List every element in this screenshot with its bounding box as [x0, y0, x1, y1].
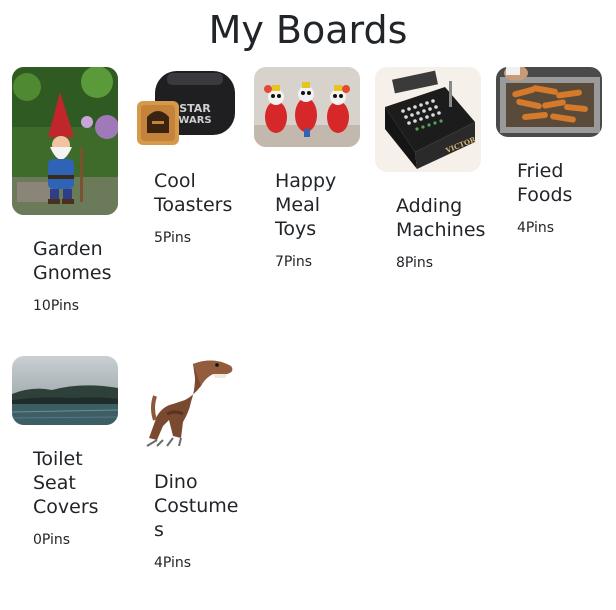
board-title[interactable]: Adding Machines — [396, 194, 486, 242]
board-pin-count: 7Pins — [275, 254, 313, 270]
fried-foods-image[interactable] — [496, 67, 602, 137]
svg-text:STAR: STAR — [179, 102, 211, 115]
adding-machine-image[interactable]: VICTOR — [375, 67, 481, 172]
board-pin-count: 8Pins — [396, 255, 434, 271]
board-title[interactable]: Dino Costumes — [154, 470, 244, 542]
board-card-fried-foods[interactable]: Fried Foods 4Pins — [496, 67, 604, 237]
board-pin-count: 5Pins — [154, 230, 192, 246]
board-pin-count: 4Pins — [154, 555, 192, 571]
board-pin-count: 4Pins — [517, 220, 555, 236]
happy-meal-toys-image[interactable] — [254, 67, 360, 147]
star-wars-toaster-image[interactable]: STAR WARS — [133, 67, 239, 147]
board-title[interactable]: Fried Foods — [517, 159, 607, 207]
board-pin-count: 10Pins — [33, 298, 80, 314]
board-card-dino-costumes[interactable]: Dino Costumes 4Pins — [133, 356, 241, 572]
board-title[interactable]: Toilet Seat Covers — [33, 447, 123, 519]
svg-text:WARS: WARS — [178, 115, 211, 126]
board-title[interactable]: Garden Gnomes — [33, 237, 123, 285]
board-title[interactable]: Cool Toasters — [154, 169, 244, 217]
board-card-happy-meal-toys[interactable]: Happy Meal Toys 7Pins — [254, 67, 362, 271]
dinosaur-costume-image[interactable] — [133, 356, 239, 448]
garden-gnome-image[interactable] — [12, 67, 118, 215]
board-card-cool-toasters[interactable]: STAR WARS Cool Toasters 5Pins — [133, 67, 241, 247]
board-card-garden-gnomes[interactable]: Garden Gnomes 10Pins — [12, 67, 120, 315]
board-pin-count: 0Pins — [33, 532, 71, 548]
board-card-toilet-seat-covers[interactable]: Toilet Seat Covers 0Pins — [12, 356, 120, 549]
page-title: My Boards — [208, 8, 408, 52]
board-card-adding-machines[interactable]: VICTOR Adding Machines 8Pins — [375, 67, 486, 272]
misty-lake-image[interactable] — [12, 356, 118, 425]
board-title[interactable]: Happy Meal Toys — [275, 169, 365, 241]
